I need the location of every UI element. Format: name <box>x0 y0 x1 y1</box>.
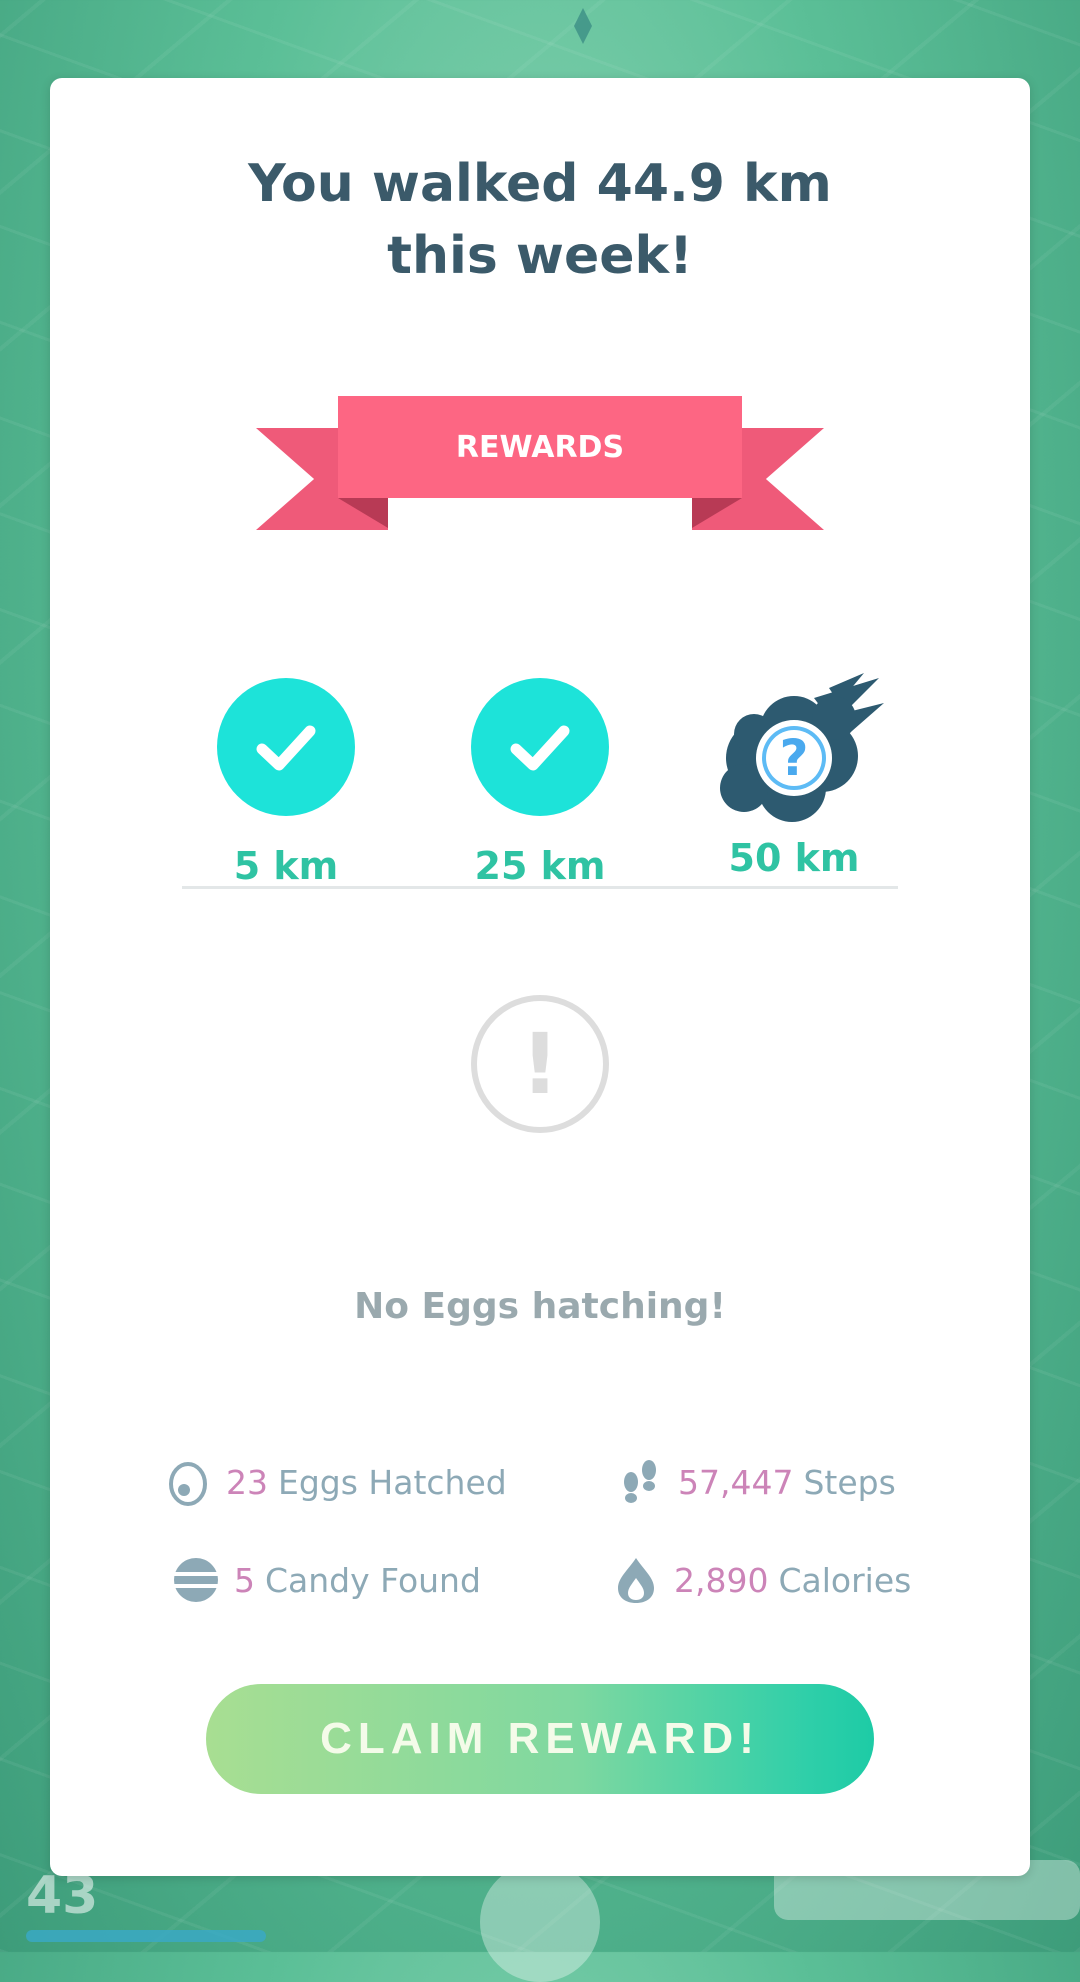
mystery-question-mark: ? <box>779 729 809 787</box>
stat-label: Candy Found <box>265 1560 481 1600</box>
stat-steps: 57,447 Steps <box>616 1458 896 1506</box>
milestone-5km: 5 km <box>176 678 396 888</box>
milestone-50km: ? 50 km <box>684 673 904 880</box>
stat-candy-found: 5 Candy Found <box>172 1556 481 1604</box>
stat-calories: 2,890 Calories <box>612 1556 911 1604</box>
rewards-label: REWARDS <box>338 396 742 498</box>
summary-title-line2: this week! <box>387 226 693 286</box>
egg-icon <box>164 1458 212 1506</box>
checkmark-icon <box>471 678 609 816</box>
milestone-25km: 25 km <box>430 678 650 888</box>
milestone-label: 5 km <box>233 844 339 888</box>
stat-label: Calories <box>778 1560 912 1600</box>
stat-label: Steps <box>803 1462 896 1502</box>
milestone-label: 50 km <box>728 836 860 880</box>
summary-title: You walked 44.9 km this week! <box>50 148 1030 292</box>
checkmark-icon <box>217 678 355 816</box>
weekly-summary-card: You walked 44.9 km this week! REWARDS 5 … <box>50 78 1030 1876</box>
footprints-icon <box>616 1458 664 1506</box>
stat-eggs-hatched: 23 Eggs Hatched <box>164 1458 507 1506</box>
alert-exclamation: ! <box>520 1015 560 1113</box>
claim-reward-button[interactable]: CLAIM REWARD! <box>206 1684 874 1794</box>
stat-value: 2,890 <box>674 1560 769 1600</box>
milestone-label: 25 km <box>474 844 606 888</box>
stat-value: 5 <box>234 1560 255 1600</box>
stat-value: 57,447 <box>678 1462 794 1502</box>
section-divider <box>182 886 898 889</box>
stat-label: Eggs Hatched <box>278 1462 507 1502</box>
no-eggs-message: No Eggs hatching! <box>354 1286 726 1327</box>
alert-icon: ! <box>470 994 610 1134</box>
flame-icon <box>612 1556 660 1604</box>
rewards-ribbon: REWARDS <box>256 396 824 530</box>
mystery-reward-icon: ? <box>694 658 894 828</box>
summary-title-line1: You walked 44.9 km <box>248 154 832 214</box>
xp-bar <box>26 1930 266 1942</box>
main-menu-button[interactable] <box>480 1862 600 1982</box>
candy-icon <box>172 1556 220 1604</box>
stat-value: 23 <box>226 1462 268 1502</box>
